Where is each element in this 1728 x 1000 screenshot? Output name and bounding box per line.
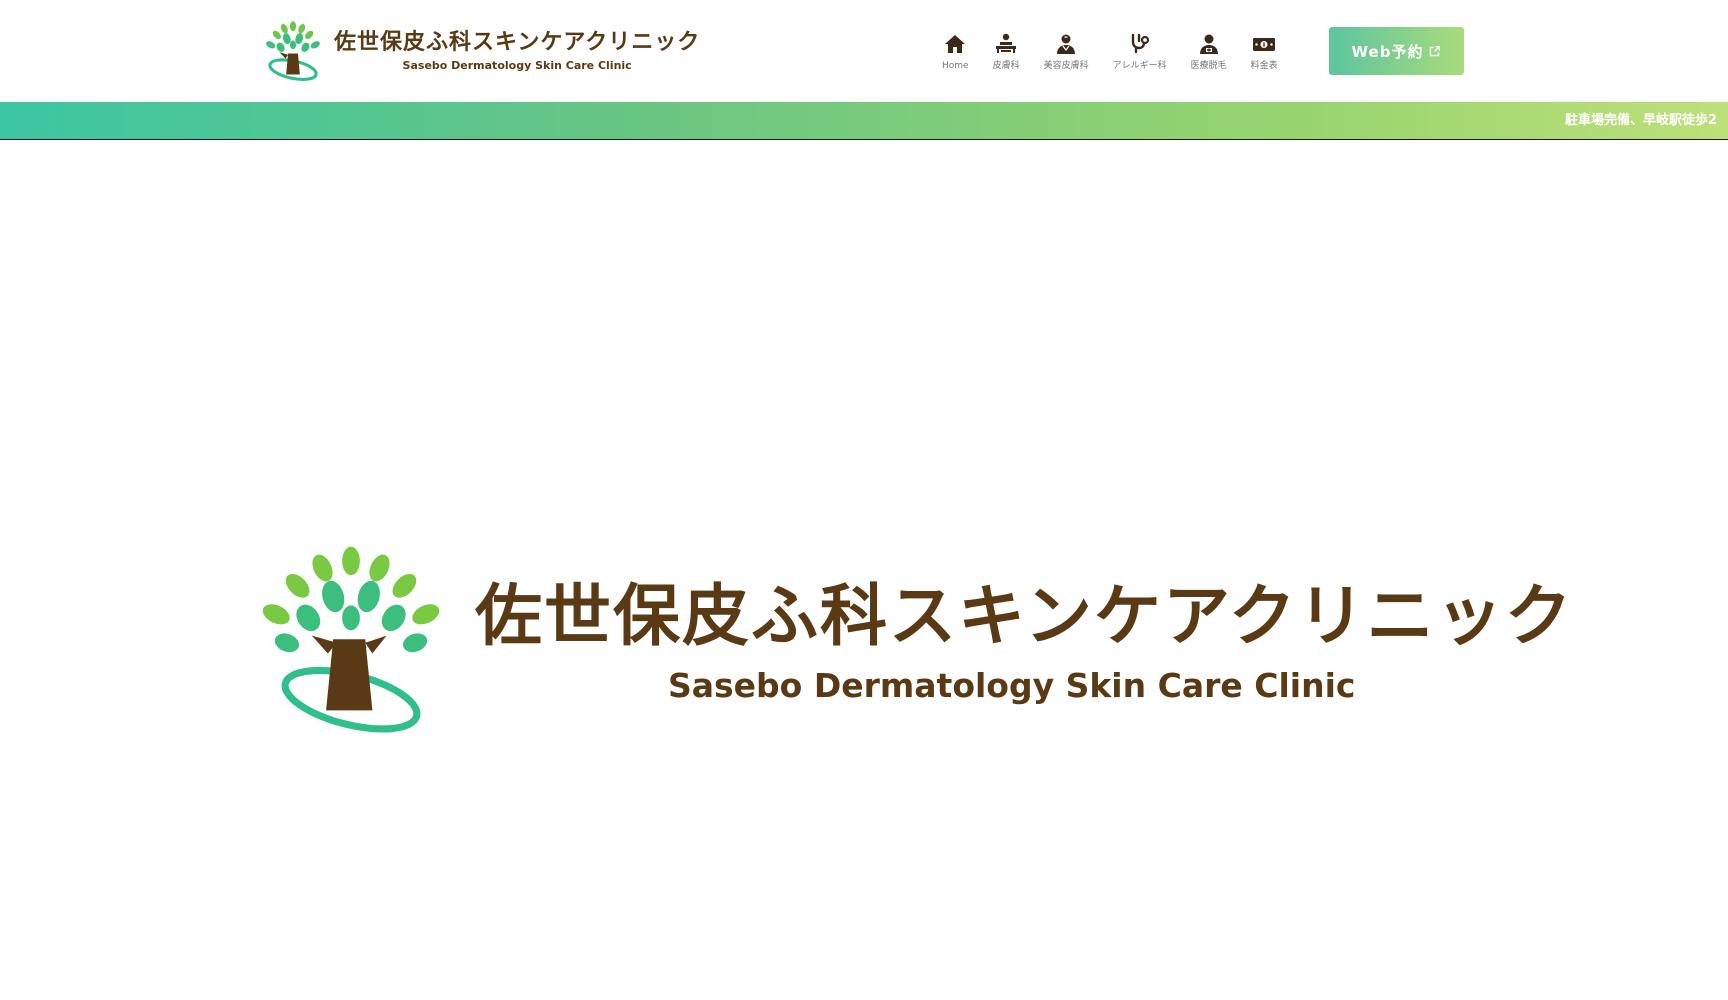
nav-item-allergy[interactable]: アレルギー科 xyxy=(1101,32,1179,72)
nav-item-hair-removal[interactable]: 医療脱毛 xyxy=(1179,32,1239,72)
tree-logo-icon xyxy=(266,21,320,81)
external-link-icon xyxy=(1430,45,1441,56)
main-nav: Home 皮膚科 美容皮膚科 アレルギー科 医療脱毛 料金表 xyxy=(930,32,1290,76)
patient-bed-icon xyxy=(996,33,1017,53)
announcement-ticker: 駐車場完備、早岐駅徒歩2 xyxy=(0,102,1728,140)
nav-label: アレルギー科 xyxy=(1112,61,1167,71)
nav-label: Home xyxy=(942,61,969,71)
user-nurse-icon xyxy=(1199,34,1218,54)
home-icon xyxy=(945,35,966,53)
nav-label: 医療脱毛 xyxy=(1190,61,1227,71)
brand-logo-link[interactable]: 佐世保皮ふ科スキンケアクリニック Sasebo Dermatology Skin… xyxy=(262,18,700,84)
nav-label: 皮膚科 xyxy=(992,61,1020,71)
nav-label: 料金表 xyxy=(1250,61,1278,71)
ticker-text: 駐車場完備、早岐駅徒歩2 xyxy=(1565,113,1718,128)
nav-item-home[interactable]: Home xyxy=(930,32,981,72)
site-header: 佐世保皮ふ科スキンケアクリニック Sasebo Dermatology Skin… xyxy=(0,0,1728,102)
nav-item-dermatology[interactable]: 皮膚科 xyxy=(981,32,1032,72)
brand-text: 佐世保皮ふ科スキンケアクリニック Sasebo Dermatology Skin… xyxy=(334,29,700,73)
web-reservation-button[interactable]: Web予約 xyxy=(1329,27,1464,75)
web-reservation-label: Web予約 xyxy=(1351,42,1424,61)
hero-section: 佐世保皮ふ科スキンケアクリニック Sasebo Dermatology Skin… xyxy=(0,140,1728,1000)
brand-name-jp: 佐世保皮ふ科スキンケアクリニック xyxy=(334,30,701,55)
nav-item-cosmetic-dermatology[interactable]: 美容皮膚科 xyxy=(1032,32,1101,72)
stethoscope-icon xyxy=(1131,33,1149,54)
brand-name-en: Sasebo Dermatology Skin Care Clinic xyxy=(402,59,632,72)
hero-logo-jp: 佐世保皮ふ科スキンケアクリニック xyxy=(475,577,1574,655)
money-bill-icon xyxy=(1253,38,1276,51)
nav-item-price-list[interactable]: 料金表 xyxy=(1239,32,1290,72)
hero-logo: 佐世保皮ふ科スキンケアクリニック Sasebo Dermatology Skin… xyxy=(262,546,1572,738)
nav-label: 美容皮膚科 xyxy=(1043,61,1089,71)
tree-logo-icon xyxy=(262,546,440,733)
user-md-icon xyxy=(1057,34,1076,54)
hero-logo-en: Sasebo Dermatology Skin Care Clinic xyxy=(668,666,1356,705)
